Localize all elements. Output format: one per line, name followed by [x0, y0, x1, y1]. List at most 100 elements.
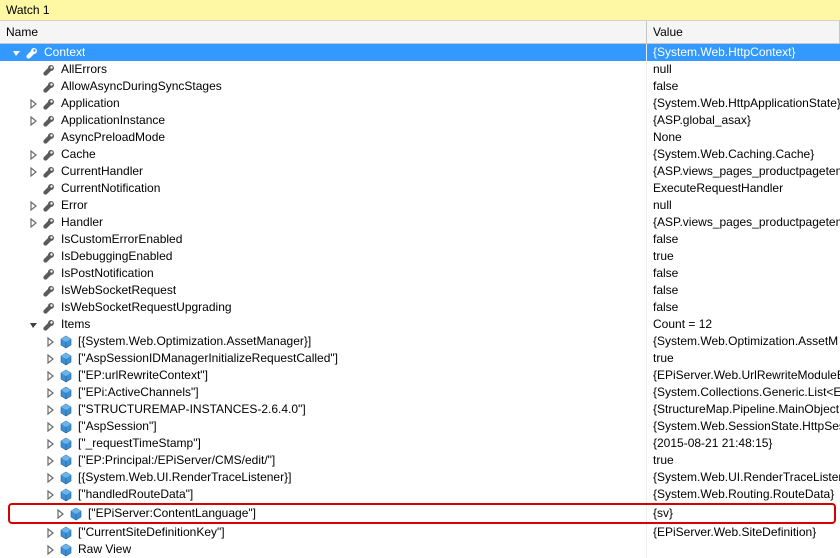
- watch-row[interactable]: IsCustomErrorEnabledfalse: [0, 231, 840, 248]
- row-value-cell[interactable]: {EPiServer.Web.SiteDefinition}: [647, 524, 840, 541]
- row-name-cell[interactable]: CurrentNotification: [0, 180, 647, 197]
- watch-row[interactable]: AllowAsyncDuringSyncStagesfalse: [0, 78, 840, 95]
- row-value-cell[interactable]: null: [647, 197, 840, 214]
- row-value-cell[interactable]: {ASP.views_pages_productpagetem: [647, 163, 840, 180]
- row-name-cell[interactable]: Cache: [0, 146, 647, 163]
- row-value-cell[interactable]: {StructureMap.Pipeline.MainObject: [647, 401, 840, 418]
- expand-arrow-icon[interactable]: [27, 216, 41, 230]
- expand-arrow-icon[interactable]: [44, 403, 58, 417]
- row-value-cell[interactable]: {System.Web.Routing.RouteData}: [647, 486, 840, 503]
- row-value-cell[interactable]: {System.Web.Optimization.AssetM: [647, 333, 840, 350]
- expand-arrow-icon[interactable]: [54, 507, 68, 521]
- row-name-cell[interactable]: [{System.Web.UI.RenderTraceListener}]: [0, 469, 647, 486]
- watch-row[interactable]: ["CurrentSiteDefinitionKey"]{EPiServer.W…: [0, 524, 840, 541]
- row-name-cell[interactable]: IsCustomErrorEnabled: [0, 231, 647, 248]
- row-value-cell[interactable]: true: [647, 248, 840, 265]
- row-name-cell[interactable]: ["STRUCTUREMAP-INSTANCES-2.6.4.0"]: [0, 401, 647, 418]
- row-value-cell[interactable]: true: [647, 452, 840, 469]
- row-value-cell[interactable]: {ASP.views_pages_productpagetem: [647, 214, 840, 231]
- watch-row[interactable]: ["AspSession"]{System.Web.SessionState.H…: [0, 418, 840, 435]
- watch-row[interactable]: ["EP:urlRewriteContext"]{EPiServer.Web.U…: [0, 367, 840, 384]
- row-value-cell[interactable]: {ASP.global_asax}: [647, 112, 840, 129]
- watch-row[interactable]: ["handledRouteData"]{System.Web.Routing.…: [0, 486, 840, 503]
- watch-row[interactable]: CurrentNotificationExecuteRequestHandler: [0, 180, 840, 197]
- watch-row[interactable]: ["EP:Principal:/EPiServer/CMS/edit/"]tru…: [0, 452, 840, 469]
- expand-arrow-icon[interactable]: [44, 369, 58, 383]
- row-name-cell[interactable]: Handler: [0, 214, 647, 231]
- watch-row[interactable]: ApplicationInstance{ASP.global_asax}: [0, 112, 840, 129]
- watch-row[interactable]: AsyncPreloadModeNone: [0, 129, 840, 146]
- row-value-cell[interactable]: {2015-08-21 21:48:15}: [647, 435, 840, 452]
- row-value-cell[interactable]: None: [647, 129, 840, 146]
- watch-row[interactable]: [{System.Web.UI.RenderTraceListener}]{Sy…: [0, 469, 840, 486]
- watch-row[interactable]: ["EPiServer:ContentLanguage"]{sv}: [10, 505, 834, 522]
- watch-row[interactable]: IsWebSocketRequestfalse: [0, 282, 840, 299]
- expand-arrow-icon[interactable]: [27, 114, 41, 128]
- row-value-cell[interactable]: true: [647, 350, 840, 367]
- column-header-value[interactable]: Value: [647, 21, 840, 43]
- row-value-cell[interactable]: false: [647, 299, 840, 316]
- row-name-cell[interactable]: IsWebSocketRequestUpgrading: [0, 299, 647, 316]
- expand-arrow-icon[interactable]: [27, 97, 41, 111]
- expand-arrow-icon[interactable]: [44, 526, 58, 540]
- expand-arrow-icon[interactable]: [44, 454, 58, 468]
- row-value-cell[interactable]: {System.Web.UI.RenderTraceListene: [647, 469, 840, 486]
- row-value-cell[interactable]: false: [647, 265, 840, 282]
- expand-arrow-icon[interactable]: [44, 352, 58, 366]
- row-name-cell[interactable]: AsyncPreloadMode: [0, 129, 647, 146]
- row-name-cell[interactable]: Error: [0, 197, 647, 214]
- expand-arrow-icon[interactable]: [44, 335, 58, 349]
- watch-row[interactable]: Cache{System.Web.Caching.Cache}: [0, 146, 840, 163]
- expand-arrow-icon[interactable]: [44, 543, 58, 557]
- watch-row[interactable]: CurrentHandler{ASP.views_pages_productpa…: [0, 163, 840, 180]
- row-name-cell[interactable]: ApplicationInstance: [0, 112, 647, 129]
- row-value-cell[interactable]: {System.Collections.Generic.List<EP: [647, 384, 840, 401]
- watch-row[interactable]: ["_requestTimeStamp"]{2015-08-21 21:48:1…: [0, 435, 840, 452]
- watch-row[interactable]: Errornull: [0, 197, 840, 214]
- row-value-cell[interactable]: {System.Web.Caching.Cache}: [647, 146, 840, 163]
- column-header-name[interactable]: Name: [0, 21, 647, 43]
- watch-row[interactable]: [{System.Web.Optimization.AssetManager}]…: [0, 333, 840, 350]
- row-value-cell[interactable]: {System.Web.SessionState.HttpSess: [647, 418, 840, 435]
- row-name-cell[interactable]: Items: [0, 316, 647, 333]
- watch-row[interactable]: IsDebuggingEnabledtrue: [0, 248, 840, 265]
- collapse-arrow-icon[interactable]: [10, 46, 24, 60]
- row-name-cell[interactable]: ["EPiServer:ContentLanguage"]: [10, 505, 647, 522]
- row-name-cell[interactable]: ["EP:Principal:/EPiServer/CMS/edit/"]: [0, 452, 647, 469]
- expand-arrow-icon[interactable]: [44, 471, 58, 485]
- row-value-cell[interactable]: {System.Web.HttpContext}: [647, 44, 840, 61]
- watch-row[interactable]: IsWebSocketRequestUpgradingfalse: [0, 299, 840, 316]
- row-name-cell[interactable]: ["AspSessionIDManagerInitializeRequestCa…: [0, 350, 647, 367]
- row-name-cell[interactable]: AllowAsyncDuringSyncStages: [0, 78, 647, 95]
- watch-row[interactable]: ["EPi:ActiveChannels"]{System.Collection…: [0, 384, 840, 401]
- watch-row[interactable]: Handler{ASP.views_pages_productpagetem: [0, 214, 840, 231]
- expand-arrow-icon[interactable]: [27, 199, 41, 213]
- watch-row[interactable]: Application{System.Web.HttpApplicationSt…: [0, 95, 840, 112]
- row-value-cell[interactable]: {sv}: [647, 505, 834, 522]
- row-name-cell[interactable]: IsDebuggingEnabled: [0, 248, 647, 265]
- row-name-cell[interactable]: ["handledRouteData"]: [0, 486, 647, 503]
- watch-row[interactable]: AllErrorsnull: [0, 61, 840, 78]
- collapse-arrow-icon[interactable]: [27, 318, 41, 332]
- row-name-cell[interactable]: IsWebSocketRequest: [0, 282, 647, 299]
- watch-row[interactable]: Raw View: [0, 541, 840, 558]
- row-value-cell[interactable]: false: [647, 282, 840, 299]
- expand-arrow-icon[interactable]: [27, 165, 41, 179]
- row-value-cell[interactable]: false: [647, 78, 840, 95]
- expand-arrow-icon[interactable]: [27, 148, 41, 162]
- expand-arrow-icon[interactable]: [44, 386, 58, 400]
- row-value-cell[interactable]: {System.Web.HttpApplicationState}: [647, 95, 840, 112]
- row-name-cell[interactable]: ["_requestTimeStamp"]: [0, 435, 647, 452]
- expand-arrow-icon[interactable]: [44, 437, 58, 451]
- row-value-cell[interactable]: null: [647, 61, 840, 78]
- expand-arrow-icon[interactable]: [44, 488, 58, 502]
- row-name-cell[interactable]: AllErrors: [0, 61, 647, 78]
- row-name-cell[interactable]: ["EPi:ActiveChannels"]: [0, 384, 647, 401]
- watch-row[interactable]: Context{System.Web.HttpContext}: [0, 44, 840, 61]
- row-name-cell[interactable]: ["CurrentSiteDefinitionKey"]: [0, 524, 647, 541]
- row-name-cell[interactable]: ["AspSession"]: [0, 418, 647, 435]
- row-name-cell[interactable]: ["EP:urlRewriteContext"]: [0, 367, 647, 384]
- row-name-cell[interactable]: [{System.Web.Optimization.AssetManager}]: [0, 333, 647, 350]
- row-value-cell[interactable]: Count = 12: [647, 316, 840, 333]
- row-value-cell[interactable]: ExecuteRequestHandler: [647, 180, 840, 197]
